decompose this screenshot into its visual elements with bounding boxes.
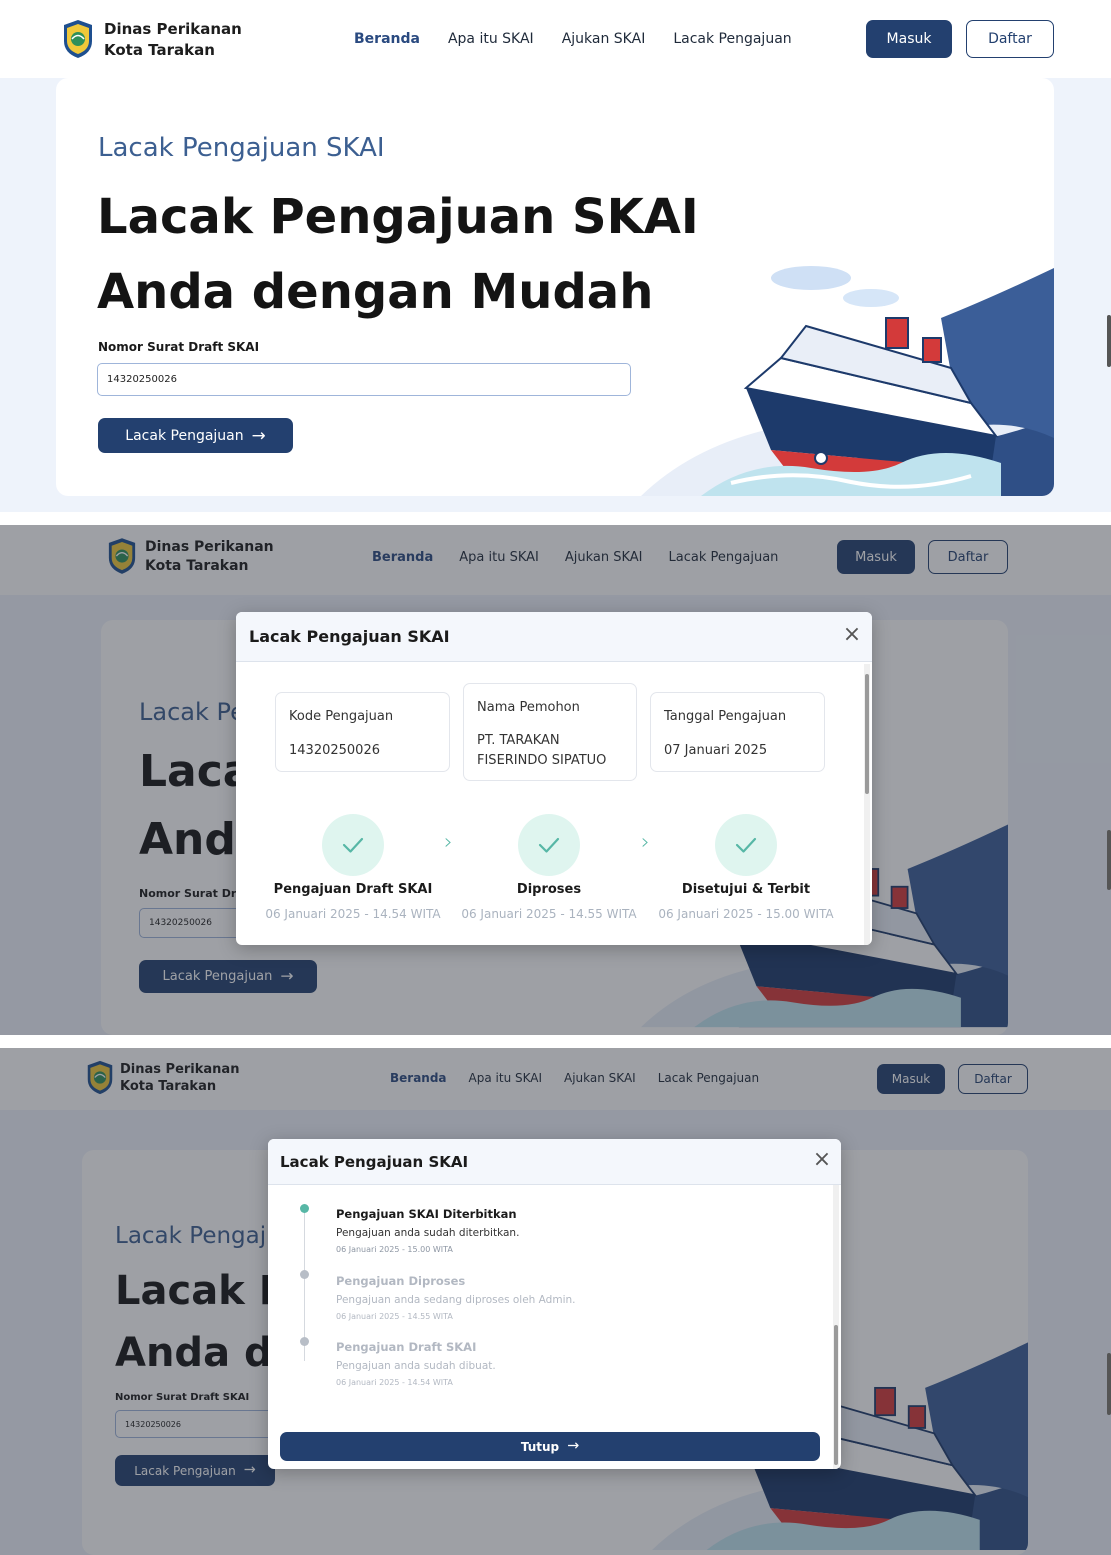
modal-header: Lacak Pengajuan SKAI × [236, 612, 872, 662]
info-card-kode-pengajuan: Kode Pengajuan 14320250026 [275, 692, 450, 772]
chevron-right-icon: › [444, 830, 453, 855]
site-header: Dinas Perikanan Kota Tarakan Beranda Apa… [0, 0, 1111, 78]
page-scrollbar[interactable] [1107, 315, 1111, 367]
check-icon [342, 837, 364, 853]
brand-name[interactable]: Dinas Perikanan Kota Tarakan [104, 19, 242, 61]
brand-line-2: Kota Tarakan [104, 41, 215, 59]
check-icon [538, 837, 560, 853]
card-label: Nama Pemohon [477, 700, 580, 715]
timeline-item-1-desc: Pengajuan anda sudah diterbitkan. [336, 1227, 520, 1239]
register-button[interactable]: Daftar [966, 20, 1054, 58]
hero-card: Lacak Pengajuan SKAI Lacak Pengajuan SKA… [56, 78, 1054, 496]
info-card-nama-pemohon: Nama Pemohon PT. TARAKAN FISERINDO SIPAT… [463, 683, 637, 781]
tracking-modal: Lacak Pengajuan SKAI × Kode Pengajuan 14… [236, 612, 872, 945]
timeline-item-2-desc: Pengajuan anda sedang diproses oleh Admi… [336, 1294, 576, 1306]
modal-header: Lacak Pengajuan SKAI × [268, 1139, 841, 1185]
draft-number-label: Nomor Surat Draft SKAI [98, 340, 260, 354]
timeline-dot-active [300, 1204, 309, 1213]
login-button[interactable]: Masuk [866, 20, 952, 58]
track-button-label: Lacak Pengajuan [125, 427, 244, 444]
page-scrollbar[interactable] [1107, 830, 1111, 890]
screenshot-panel-1: Dinas Perikanan Kota Tarakan Beranda Apa… [0, 0, 1111, 512]
step-2-time: 06 Januari 2025 - 14.55 WITA [461, 907, 637, 921]
chevron-right-icon: › [641, 830, 650, 855]
panel-gap [0, 512, 1111, 525]
card-label: Kode Pengajuan [289, 709, 394, 724]
modal-title: Lacak Pengajuan SKAI [280, 1153, 469, 1171]
close-icon[interactable]: × [812, 1149, 832, 1171]
kota-tarakan-logo-icon[interactable] [62, 19, 94, 59]
headline-line-2: Anda dengan Mudah [97, 264, 654, 320]
step-3-time: 06 Januari 2025 - 15.00 WITA [658, 907, 834, 921]
page-scrollbar[interactable] [1107, 1353, 1111, 1415]
panel-gap [0, 1035, 1111, 1048]
timeline-item-1-time: 06 Januari 2025 - 15.00 WITA [336, 1245, 453, 1254]
timeline-item-2-title: Pengajuan Diproses [336, 1274, 466, 1288]
draft-number-input[interactable]: 14320250026 [97, 363, 631, 396]
step-1-name: Pengajuan Draft SKAI [273, 882, 433, 897]
step-1-status [322, 814, 384, 876]
nav-ajukan-skai[interactable]: Ajukan SKAI [562, 31, 646, 47]
timeline-item-3-desc: Pengajuan anda sudah dibuat. [336, 1360, 496, 1372]
timeline-item-3-time: 06 Januari 2025 - 14.54 WITA [336, 1378, 453, 1387]
card-value: 07 Januari 2025 [664, 743, 768, 758]
arrow-right-icon: → [251, 425, 266, 446]
hero-subtitle: Lacak Pengajuan SKAI [98, 133, 385, 163]
card-value-line-2: FISERINDO SIPATUO [477, 753, 607, 768]
modal-title: Lacak Pengajuan SKAI [249, 627, 450, 646]
cruise-ship-illustration [641, 238, 1054, 496]
timeline-item-3-title: Pengajuan Draft SKAI [336, 1340, 477, 1354]
check-icon [735, 837, 757, 853]
nav-beranda[interactable]: Beranda [354, 31, 420, 47]
close-icon[interactable]: × [842, 624, 862, 646]
card-value: PT. TARAKAN FISERINDO SIPATUO [477, 731, 606, 771]
timeline-item-2-time: 06 Januari 2025 - 14.55 WITA [336, 1312, 453, 1321]
close-button-label: Tutup [520, 1439, 560, 1454]
card-label: Tanggal Pengajuan [664, 709, 787, 724]
modal-scrollbar[interactable] [833, 1185, 839, 1469]
step-2-name: Diproses [516, 882, 582, 897]
close-modal-button[interactable]: Tutup → [280, 1432, 820, 1461]
timeline-dot [300, 1337, 309, 1346]
brand-line-1: Dinas Perikanan [104, 20, 242, 38]
main-nav: Beranda Apa itu SKAI Ajukan SKAI Lacak P… [354, 31, 792, 47]
card-value: 14320250026 [289, 743, 380, 758]
modal-scrollbar-thumb[interactable] [834, 1325, 838, 1465]
nav-apa-itu-skai[interactable]: Apa itu SKAI [448, 31, 534, 47]
timeline-item-1-title: Pengajuan SKAI Diterbitkan [336, 1207, 517, 1221]
arrow-right-icon: → [567, 1438, 580, 1455]
modal-scrollbar[interactable] [864, 664, 870, 945]
info-card-tanggal-pengajuan: Tanggal Pengajuan 07 Januari 2025 [650, 692, 825, 772]
screenshot-panel-2: Dinas Perikanan Kota Tarakan Beranda Apa… [0, 525, 1111, 1035]
timeline-dot [300, 1270, 309, 1279]
nav-lacak-pengajuan[interactable]: Lacak Pengajuan [673, 31, 791, 47]
step-1-time: 06 Januari 2025 - 14.54 WITA [265, 907, 441, 921]
step-3-name: Disetujui & Terbit [681, 882, 811, 897]
step-3-status [715, 814, 777, 876]
screenshot-panel-3: Dinas Perikanan Kota Tarakan Beranda Apa… [0, 1048, 1111, 1555]
modal-scrollbar-thumb[interactable] [865, 674, 869, 794]
card-value-line-1: PT. TARAKAN [477, 733, 560, 748]
hero-headline: Lacak Pengajuan SKAI Anda dengan Mudah [97, 180, 699, 330]
headline-line-1: Lacak Pengajuan SKAI [97, 189, 699, 245]
tracking-modal: Lacak Pengajuan SKAI × Pengajuan SKAI Di… [268, 1139, 841, 1469]
track-submission-button[interactable]: Lacak Pengajuan → [98, 418, 293, 453]
step-2-status [518, 814, 580, 876]
